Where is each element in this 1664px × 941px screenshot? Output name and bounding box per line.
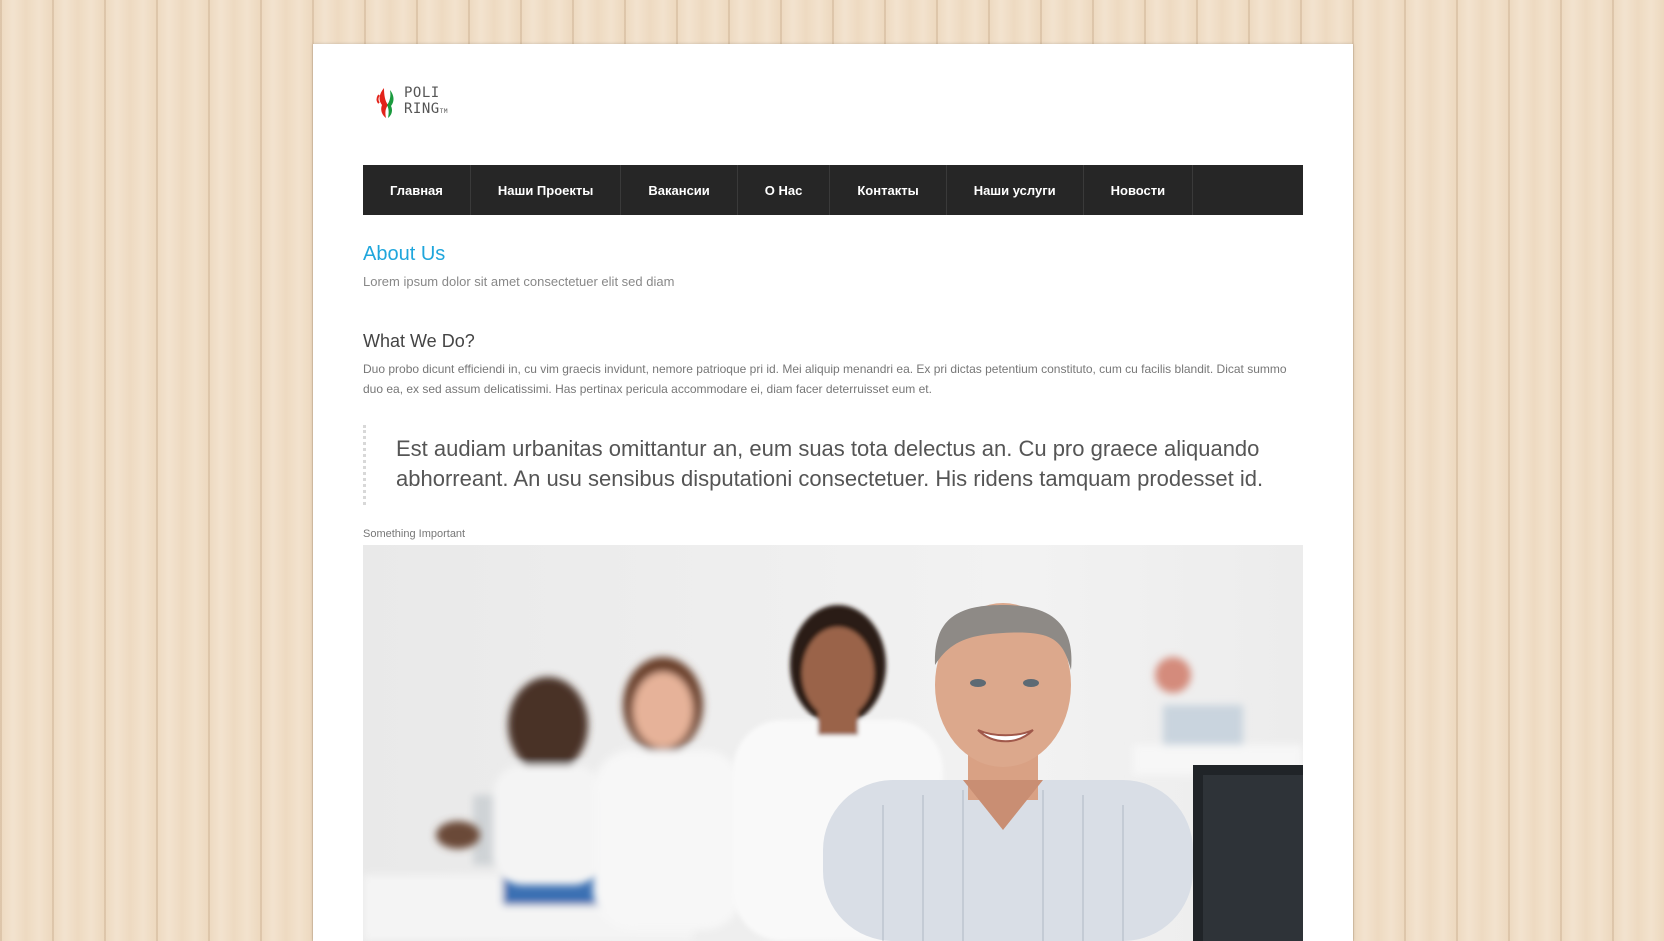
main-navigation: Главная Наши Проекты Вакансии О Нас Конт…	[363, 165, 1303, 215]
logo-flame-icon	[376, 87, 394, 118]
page-title: About Us	[363, 243, 446, 265]
site-logo[interactable]: POLI RINGTM	[376, 85, 448, 120]
image-caption: Something Important	[363, 528, 466, 540]
nav-item-about[interactable]: О Нас	[738, 165, 831, 215]
logo-trademark: TM	[439, 108, 448, 115]
page-container: POLI RINGTM Главная Наши Проекты Ваканси…	[313, 44, 1353, 941]
blockquote: Est audiam urbanitas omittantur an, eum …	[363, 425, 1303, 505]
logo-line-2: RINGTM	[404, 101, 448, 120]
nav-item-projects[interactable]: Наши Проекты	[471, 165, 622, 215]
nav-item-vacancies[interactable]: Вакансии	[621, 165, 738, 215]
section-heading: What We Do?	[363, 331, 475, 351]
team-photo	[363, 545, 1303, 941]
nav-item-home[interactable]: Главная	[363, 165, 471, 215]
team-photo-illustration	[363, 545, 1303, 941]
logo-line-1: POLI	[404, 85, 440, 101]
logo-wordmark: POLI RINGTM	[404, 85, 448, 120]
nav-item-news[interactable]: Новости	[1084, 165, 1194, 215]
logo-line-2-text: RING	[404, 101, 440, 117]
section-paragraph: Duo probo dicunt efficiendi in, cu vim g…	[363, 362, 1287, 396]
nav-item-services[interactable]: Наши услуги	[947, 165, 1084, 215]
page-subtitle: Lorem ipsum dolor sit amet consectetuer …	[363, 274, 675, 289]
nav-item-contacts[interactable]: Контакты	[830, 165, 947, 215]
